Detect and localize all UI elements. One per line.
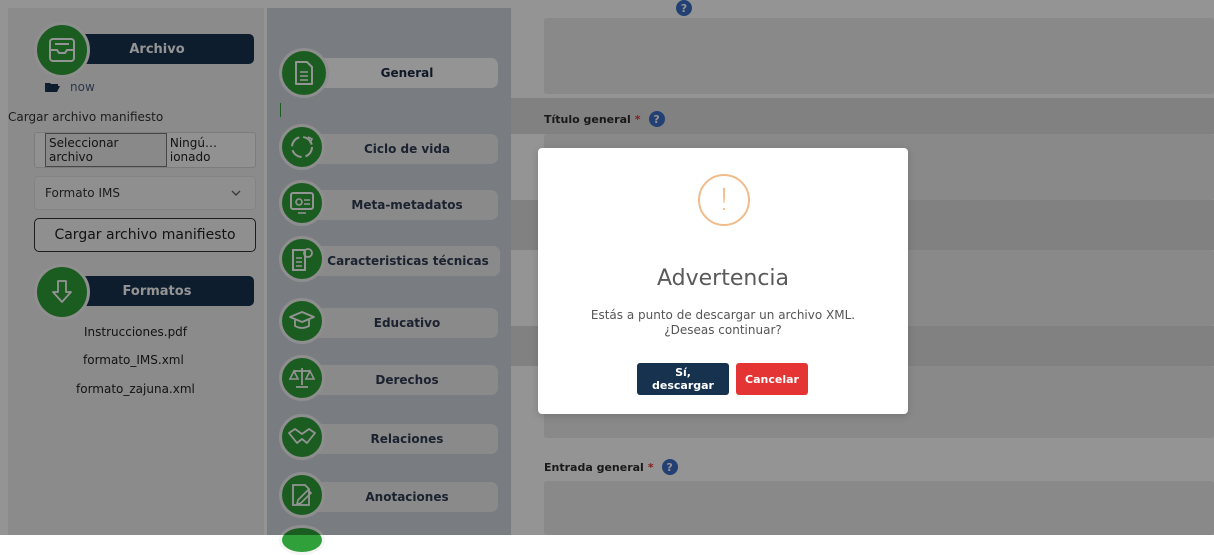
confirm-download-button[interactable]: Sí, descargar bbox=[637, 363, 729, 395]
dialog-message: Estás a punto de descargar un archivo XM… bbox=[590, 308, 856, 337]
cancel-button[interactable]: Cancelar bbox=[736, 363, 808, 395]
dialog-title: Advertencia bbox=[656, 266, 790, 291]
warning-icon: ! bbox=[698, 174, 750, 226]
warning-dialog: ! Advertencia Estás a punto de descargar… bbox=[538, 148, 908, 414]
